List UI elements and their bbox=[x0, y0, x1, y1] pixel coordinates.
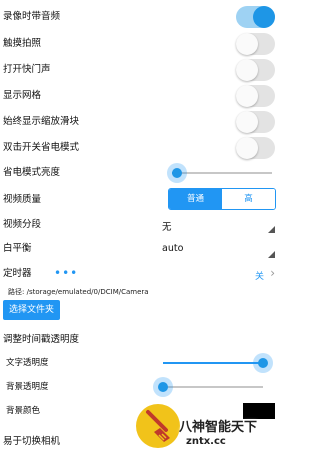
text-opacity-label: 文字透明度 bbox=[6, 358, 49, 368]
shutter-sound-label: 打开快门声 bbox=[3, 64, 51, 75]
record-audio-label: 录像时带音频 bbox=[3, 11, 61, 22]
video-quality-segmented: 普通 高 bbox=[168, 188, 276, 210]
record-audio-toggle[interactable] bbox=[236, 6, 275, 28]
broom-icon bbox=[136, 404, 180, 448]
bg-opacity-slider-track[interactable] bbox=[163, 386, 263, 388]
shutter-sound-toggle[interactable] bbox=[236, 59, 275, 81]
show-grid-label: 显示网格 bbox=[3, 90, 42, 101]
white-balance-dropdown-icon bbox=[268, 251, 275, 258]
quality-normal-option[interactable]: 普通 bbox=[169, 189, 222, 209]
brightness-slider-track[interactable] bbox=[172, 172, 272, 174]
watermark-domain: zntx.cc bbox=[186, 436, 226, 447]
show-grid-toggle[interactable] bbox=[236, 85, 275, 107]
watermark: 八神智能天下 zntx.cc bbox=[136, 404, 273, 458]
touch-capture-toggle[interactable] bbox=[236, 33, 275, 55]
chevron-right-icon: › bbox=[270, 266, 275, 280]
video-segment-dropdown-icon bbox=[268, 226, 275, 233]
video-segment-value[interactable]: 无 bbox=[162, 219, 172, 233]
text-opacity-slider-fill bbox=[163, 362, 263, 364]
text-opacity-slider-thumb[interactable] bbox=[253, 353, 273, 373]
watermark-title: 八神智能天下 bbox=[179, 420, 258, 435]
bg-opacity-slider-thumb[interactable] bbox=[153, 377, 173, 397]
touch-capture-label: 触摸拍照 bbox=[3, 38, 42, 49]
white-balance-value[interactable]: auto bbox=[162, 243, 183, 254]
brightness-slider-thumb[interactable] bbox=[167, 163, 187, 183]
bg-color-label: 背景颜色 bbox=[6, 406, 41, 416]
video-segment-label: 视频分段 bbox=[3, 219, 42, 230]
power-save-label: 双击开关省电模式 bbox=[3, 142, 80, 153]
zoom-slider-toggle[interactable] bbox=[236, 111, 275, 133]
power-save-toggle[interactable] bbox=[236, 137, 275, 159]
quality-high-option[interactable]: 高 bbox=[222, 189, 275, 209]
brightness-label: 省电模式亮度 bbox=[3, 167, 61, 178]
white-balance-label: 白平衡 bbox=[3, 243, 32, 254]
timestamp-opacity-heading: 调整时间戳透明度 bbox=[3, 334, 80, 345]
text-opacity-slider-track[interactable] bbox=[163, 362, 263, 364]
switch-camera-label: 易于切换相机 bbox=[3, 436, 61, 447]
settings-screen: 录像时带音频 触摸拍照 打开快门声 显示网格 始终显示缩放滑块 双击开关省电模式… bbox=[0, 0, 278, 461]
more-dots-icon[interactable]: ••• bbox=[54, 267, 78, 279]
timer-value[interactable]: 关 bbox=[255, 269, 264, 282]
timer-label: 定时器 bbox=[3, 268, 32, 279]
zoom-slider-label: 始终显示缩放滑块 bbox=[3, 116, 80, 127]
video-quality-label: 视频质量 bbox=[3, 194, 42, 205]
choose-folder-button[interactable]: 选择文件夹 bbox=[3, 300, 60, 320]
bg-opacity-label: 背景透明度 bbox=[6, 382, 49, 392]
save-path: 路径: /storage/emulated/0/DCIM/Camera bbox=[8, 288, 149, 296]
